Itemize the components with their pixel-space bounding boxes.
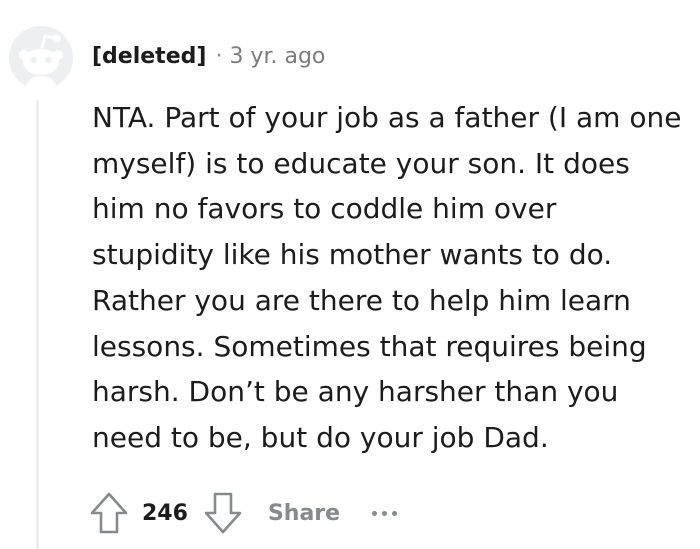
- downvote-arrow-icon: [204, 492, 242, 534]
- comment-meta: [deleted] · 3 yr. ago: [92, 38, 325, 74]
- more-options-icon: [372, 510, 378, 516]
- comment-body: NTA. Part of your job as a father (I am …: [92, 101, 682, 454]
- more-options-icon-dot: [382, 510, 388, 516]
- thread-line[interactable]: [36, 100, 39, 549]
- more-options-button[interactable]: [372, 498, 398, 528]
- downvote-button[interactable]: [200, 490, 246, 536]
- meta-separator: ·: [215, 43, 223, 69]
- reddit-snoo-avatar-icon[interactable]: [9, 26, 73, 90]
- more-options-icon-dot: [392, 510, 398, 516]
- upvote-arrow-icon: [90, 492, 128, 534]
- comment-author[interactable]: [deleted]: [92, 44, 206, 69]
- upvote-button[interactable]: [86, 490, 132, 536]
- comment-timestamp[interactable]: 3 yr. ago: [229, 44, 325, 69]
- share-button[interactable]: Share: [268, 501, 340, 526]
- comment-actions: 246 Share: [86, 488, 398, 538]
- comment: [deleted] · 3 yr. ago NTA. Part of your …: [0, 0, 700, 549]
- vote-score: 246: [142, 500, 188, 526]
